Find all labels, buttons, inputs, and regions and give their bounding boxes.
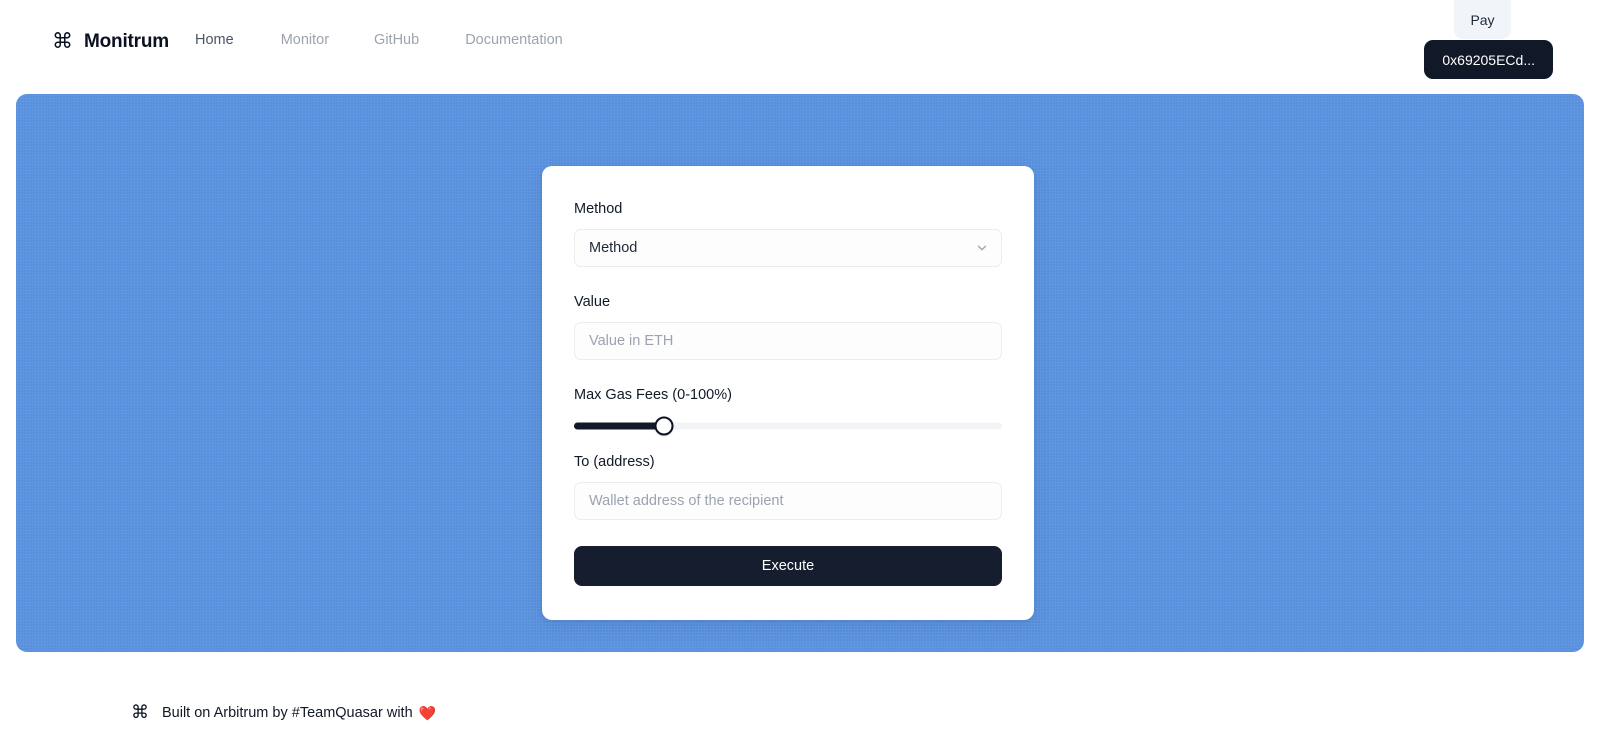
method-select[interactable]: Method: [574, 229, 1002, 267]
gas-slider-fill: [574, 422, 664, 430]
transaction-form-card: Method Method Value Max Gas Fees (0-100%…: [542, 166, 1034, 620]
site-footer: ⌘ Built on Arbitrum by #TeamQuasar with …: [0, 652, 1600, 754]
to-address-input[interactable]: [574, 482, 1002, 520]
command-icon: ⌘: [131, 702, 149, 723]
command-icon: ⌘: [52, 28, 73, 53]
value-label: Value: [574, 294, 611, 310]
to-address-field: To (address): [574, 453, 1002, 520]
to-address-label: To (address): [574, 454, 655, 470]
gas-slider[interactable]: [574, 415, 1002, 437]
wallet-address-button[interactable]: 0x69205ECd...: [1424, 40, 1553, 79]
brand-name: Monitrum: [84, 30, 169, 52]
site-header: ⌘ Monitrum Home Monitor GitHub Documenta…: [0, 0, 1600, 80]
heart-icon: ❤️: [418, 705, 437, 721]
footer-credit: ⌘ Built on Arbitrum by #TeamQuasar with …: [131, 704, 436, 722]
nav-link-home[interactable]: Home: [195, 31, 257, 49]
gas-slider-thumb[interactable]: [654, 416, 674, 436]
pay-tab[interactable]: Pay: [1454, 0, 1511, 39]
footer-text-wrap: Built on Arbitrum by #TeamQuasar with ❤️: [162, 706, 436, 721]
app-root: ⌘ Monitrum Home Monitor GitHub Documenta…: [0, 0, 1600, 754]
gas-field: Max Gas Fees (0-100%): [574, 386, 1002, 437]
nav-link-monitor[interactable]: Monitor: [257, 31, 352, 49]
nav-link-github[interactable]: GitHub: [352, 31, 442, 49]
execute-button[interactable]: Execute: [574, 546, 1002, 586]
method-field: Method Method: [574, 200, 1002, 267]
value-input[interactable]: [574, 322, 1002, 360]
footer-text: Built on Arbitrum by #TeamQuasar with: [162, 704, 413, 721]
method-select-wrap: Method: [574, 229, 1002, 267]
nav-link-documentation[interactable]: Documentation: [442, 31, 586, 49]
gas-label: Max Gas Fees (0-100%): [574, 387, 732, 403]
brand-logo[interactable]: ⌘ Monitrum: [52, 27, 169, 55]
main-nav: Home Monitor GitHub Documentation: [195, 31, 586, 49]
method-label: Method: [574, 201, 623, 217]
pay-tab-label: Pay: [1470, 11, 1495, 28]
value-field: Value: [574, 293, 1002, 360]
